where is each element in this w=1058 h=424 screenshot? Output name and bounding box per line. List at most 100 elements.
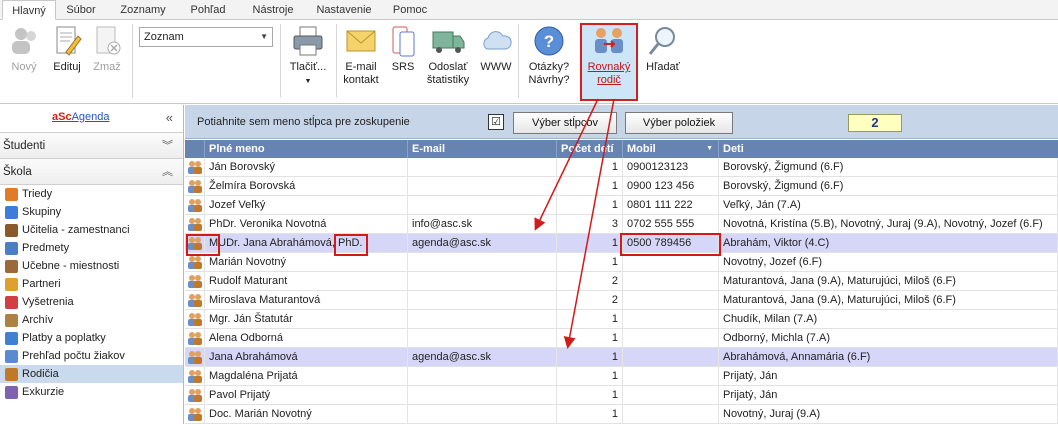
sidebar-item[interactable]: Predmety bbox=[0, 239, 183, 257]
table-row[interactable]: Miroslava Maturantová 2 Maturantová, Jana … bbox=[185, 291, 1058, 310]
cell-email[interactable] bbox=[408, 158, 557, 177]
sidebar-item[interactable]: Vyšetrenia bbox=[0, 293, 183, 311]
cell-child-count[interactable]: 1 bbox=[557, 177, 623, 196]
cell-children[interactable]: Odborný, Michla (7.A) bbox=[719, 329, 1058, 348]
edit-button[interactable]: Edituj bbox=[50, 24, 84, 74]
cell-email[interactable]: agenda@asc.sk bbox=[408, 348, 557, 367]
table-row[interactable]: Jana Abrahámová agenda@asc.sk 1 Abrahámová,… bbox=[185, 348, 1058, 367]
table-row[interactable]: PhDr. Veronika Novotná info@asc.sk 3 0702 5… bbox=[185, 215, 1058, 234]
sidebar-item[interactable]: Učitelia - zamestnanci bbox=[0, 221, 183, 239]
table-row[interactable]: Pavol Prijatý 1 Prijatý, Ján bbox=[185, 386, 1058, 405]
cell-email[interactable] bbox=[408, 291, 557, 310]
table-row[interactable]: Magdaléna Prijatá 1 Prijatý, Ján bbox=[185, 367, 1058, 386]
srs-button[interactable]: SRS bbox=[388, 24, 418, 74]
cell-children[interactable]: Novotná, Kristína (5.B), Novotný, Juraj … bbox=[719, 215, 1058, 234]
cell-email[interactable] bbox=[408, 272, 557, 291]
cell-full-name[interactable]: Mgr. Ján Štatutár bbox=[205, 310, 408, 329]
cell-email[interactable] bbox=[408, 253, 557, 272]
sidebar-item[interactable]: Rodičia bbox=[0, 365, 183, 383]
cell-child-count[interactable]: 3 bbox=[557, 215, 623, 234]
cell-children[interactable]: Borovský, Žigmund (6.F) bbox=[719, 177, 1058, 196]
tab-nastavenie[interactable]: Nastavenie bbox=[308, 0, 380, 20]
cell-full-name[interactable]: Miroslava Maturantová bbox=[205, 291, 408, 310]
cell-full-name[interactable]: Ján Borovský bbox=[205, 158, 408, 177]
cell-child-count[interactable]: 2 bbox=[557, 291, 623, 310]
sidebar-item[interactable]: Exkurzie bbox=[0, 383, 183, 401]
collapse-sidebar-icon[interactable]: « bbox=[166, 110, 173, 125]
tab-pohlad[interactable]: Pohľad bbox=[182, 0, 234, 20]
cell-email[interactable] bbox=[408, 386, 557, 405]
table-row[interactable]: Rudolf Maturant 2 Maturantová, Jana (9.A),… bbox=[185, 272, 1058, 291]
cell-full-name[interactable]: Želmíra Borovská bbox=[205, 177, 408, 196]
cell-mobile[interactable]: 0801 111 222 bbox=[623, 196, 719, 215]
tab-hlavny[interactable]: Hlavný bbox=[2, 0, 56, 20]
cell-child-count[interactable]: 1 bbox=[557, 158, 623, 177]
cell-child-count[interactable]: 1 bbox=[557, 329, 623, 348]
cell-full-name[interactable]: Pavol Prijatý bbox=[205, 386, 408, 405]
cell-children[interactable]: Abrahám, Viktor (4.C) bbox=[719, 234, 1058, 253]
cell-child-count[interactable]: 1 bbox=[557, 348, 623, 367]
cell-email[interactable] bbox=[408, 405, 557, 424]
table-row[interactable]: Alena Odborná 1 Odborný, Michla (7.A) bbox=[185, 329, 1058, 348]
cell-children[interactable]: Maturantová, Jana (9.A), Maturujúci, Mil… bbox=[719, 272, 1058, 291]
cell-mobile[interactable] bbox=[623, 310, 719, 329]
choose-items-button[interactable]: Výber položiek bbox=[625, 112, 733, 134]
view-select[interactable]: Zoznam ▼ bbox=[139, 27, 273, 47]
tab-subor[interactable]: Súbor bbox=[58, 0, 104, 20]
sidebar-section-students[interactable]: Študenti ︾ bbox=[0, 133, 183, 159]
cell-mobile[interactable]: 0702 555 555 bbox=[623, 215, 719, 234]
sidebar-section-school[interactable]: Škola ︽ bbox=[0, 159, 183, 185]
sidebar-item[interactable]: Archív bbox=[0, 311, 183, 329]
cell-children[interactable]: Maturantová, Jana (9.A), Maturujúci, Mil… bbox=[719, 291, 1058, 310]
www-button[interactable]: WWW bbox=[478, 24, 514, 74]
table-row[interactable]: Marián Novotný 1 Novotný, Jozef (6.F) bbox=[185, 253, 1058, 272]
cell-mobile[interactable] bbox=[623, 348, 719, 367]
choose-columns-button[interactable]: Výber stĺpcov bbox=[513, 112, 617, 134]
new-button[interactable]: Nový bbox=[6, 24, 42, 74]
cell-mobile[interactable] bbox=[623, 291, 719, 310]
send-stats-button[interactable]: Odoslať štatistiky bbox=[424, 24, 472, 87]
cell-email[interactable] bbox=[408, 367, 557, 386]
cell-email[interactable] bbox=[408, 177, 557, 196]
cell-email[interactable] bbox=[408, 310, 557, 329]
search-button[interactable]: Hľadať bbox=[642, 24, 684, 74]
cell-full-name[interactable]: PhDr. Veronika Novotná bbox=[205, 215, 408, 234]
cell-full-name[interactable]: Jozef Veľký bbox=[205, 196, 408, 215]
cell-full-name[interactable]: Jana Abrahámová bbox=[205, 348, 408, 367]
cell-child-count[interactable]: 1 bbox=[557, 310, 623, 329]
cell-children[interactable]: Abrahámová, Annamária (6.F) bbox=[719, 348, 1058, 367]
tab-zoznamy[interactable]: Zoznamy bbox=[114, 0, 172, 20]
cell-children[interactable]: Novotný, Juraj (9.A) bbox=[719, 405, 1058, 424]
delete-button[interactable]: Zmaž bbox=[90, 24, 124, 74]
cell-email[interactable] bbox=[408, 329, 557, 348]
sidebar-item[interactable]: Prehľad počtu žiakov bbox=[0, 347, 183, 365]
sidebar-item[interactable]: Partneri bbox=[0, 275, 183, 293]
cell-full-name[interactable]: Marián Novotný bbox=[205, 253, 408, 272]
cell-child-count[interactable]: 1 bbox=[557, 196, 623, 215]
cell-children[interactable]: Borovský, Žigmund (6.F) bbox=[719, 158, 1058, 177]
header-children[interactable]: Deti bbox=[719, 140, 1058, 158]
questions-button[interactable]: ? Otázky? Návrhy? bbox=[524, 24, 574, 87]
cell-email[interactable]: info@asc.sk bbox=[408, 215, 557, 234]
filter-checkbox[interactable]: ☑ bbox=[488, 114, 504, 130]
tab-pomoc[interactable]: Pomoc bbox=[388, 0, 432, 20]
table-row[interactable]: Želmíra Borovská 1 0900 123 456 Borovský, Ž… bbox=[185, 177, 1058, 196]
sidebar-item[interactable]: Učebne - miestnosti bbox=[0, 257, 183, 275]
cell-child-count[interactable]: 1 bbox=[557, 367, 623, 386]
cell-children[interactable]: Prijatý, Ján bbox=[719, 367, 1058, 386]
cell-child-count[interactable]: 1 bbox=[557, 253, 623, 272]
cell-mobile[interactable] bbox=[623, 272, 719, 291]
tab-nastroje[interactable]: Nástroje bbox=[246, 0, 300, 20]
header-email[interactable]: E-mail bbox=[408, 140, 557, 158]
email-contact-button[interactable]: E-mail kontakt bbox=[340, 24, 382, 87]
table-row[interactable]: Mgr. Ján Štatutár 1 Chudík, Milan (7.A) bbox=[185, 310, 1058, 329]
cell-child-count[interactable]: 1 bbox=[557, 386, 623, 405]
cell-mobile[interactable] bbox=[623, 386, 719, 405]
cell-mobile[interactable] bbox=[623, 253, 719, 272]
cell-children[interactable]: Novotný, Jozef (6.F) bbox=[719, 253, 1058, 272]
cell-full-name[interactable]: Rudolf Maturant bbox=[205, 272, 408, 291]
sidebar-item[interactable]: Triedy bbox=[0, 185, 183, 203]
table-row[interactable]: Jozef Veľký 1 0801 111 222 Veľký, Ján (7.A) bbox=[185, 196, 1058, 215]
cell-children[interactable]: Veľký, Ján (7.A) bbox=[719, 196, 1058, 215]
cell-full-name[interactable]: Doc. Marián Novotný bbox=[205, 405, 408, 424]
